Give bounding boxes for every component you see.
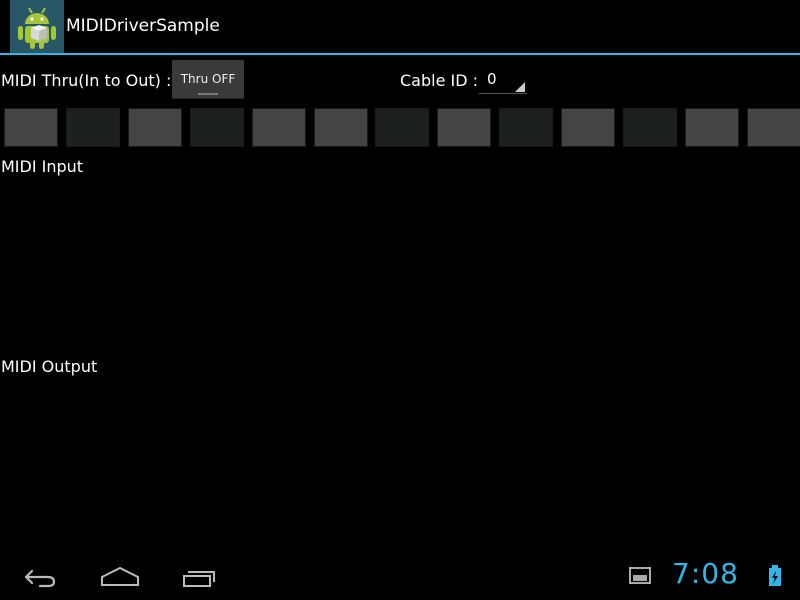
midi-pad-4[interactable] (189, 108, 244, 147)
action-bar: MIDIDriverSample (0, 0, 800, 55)
spinner-arrow-icon (515, 82, 525, 92)
midi-pad-10[interactable] (561, 108, 616, 147)
recent-apps-icon (183, 571, 215, 587)
screenshot-notification-icon[interactable] (629, 566, 651, 586)
status-clock: 7:08 (672, 557, 739, 590)
recent-apps-button[interactable] (182, 555, 242, 600)
thru-toggle-button[interactable]: Thru OFF (172, 60, 244, 99)
midi-pad-8[interactable] (437, 108, 492, 147)
midi-pad-1[interactable] (4, 108, 58, 147)
midi-pad-9[interactable] (499, 108, 554, 147)
midi-pad-5[interactable] (251, 108, 306, 147)
app-title: MIDIDriverSample (66, 16, 220, 36)
thru-button-label: Thru OFF (180, 72, 236, 86)
midi-pad-6[interactable] (313, 108, 368, 147)
battery-charging-icon (769, 565, 781, 586)
midi-pad-3[interactable] (127, 108, 182, 147)
android-icon (18, 7, 56, 49)
midi-pad-7[interactable] (375, 108, 430, 147)
back-button[interactable] (20, 555, 80, 600)
home-icon (101, 566, 139, 586)
cable-id-label: Cable ID : (400, 71, 479, 90)
midi-pad-13[interactable] (746, 108, 800, 147)
home-button[interactable] (100, 555, 160, 600)
thru-label: MIDI Thru(In to Out) : (1, 71, 172, 90)
cable-id-spinner[interactable]: 0 (479, 68, 527, 94)
midi-input-label: MIDI Input (1, 157, 84, 176)
back-icon (24, 569, 56, 588)
cable-id-value: 0 (487, 70, 497, 88)
midi-output-label: MIDI Output (1, 357, 98, 376)
toggle-indicator (198, 93, 218, 95)
midi-pad-2[interactable] (65, 108, 120, 147)
midi-pad-11[interactable] (623, 108, 677, 147)
midi-pad-12[interactable] (684, 108, 739, 147)
app-icon-button[interactable] (10, 0, 64, 53)
